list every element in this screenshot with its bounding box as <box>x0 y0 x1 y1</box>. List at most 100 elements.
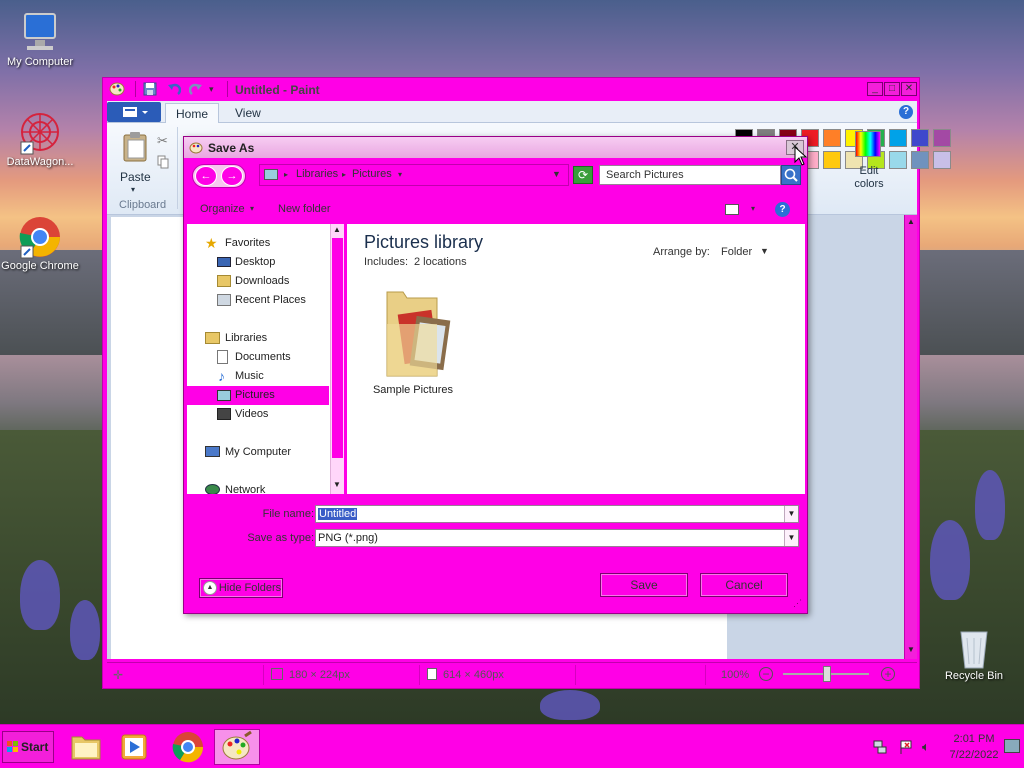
canvas-vertical-scrollbar[interactable]: ▲ ▼ <box>904 215 917 659</box>
save-button[interactable]: Save <box>600 573 688 597</box>
help-icon[interactable]: ? <box>775 202 790 217</box>
minimize-button[interactable]: _ <box>867 82 883 96</box>
cut-icon[interactable]: ✂ <box>157 133 169 148</box>
network-tray-icon[interactable] <box>872 739 888 755</box>
breadcrumb-pictures[interactable]: Pictures <box>352 168 392 180</box>
nav-music[interactable]: ♪ Music <box>187 367 329 386</box>
paste-dropdown-icon[interactable]: ▾ <box>131 185 135 194</box>
breadcrumb-libraries[interactable]: Libraries <box>296 168 338 180</box>
view-dropdown-icon[interactable]: ▾ <box>751 204 755 213</box>
hide-folders-button[interactable]: ▲ Hide Folders <box>199 578 283 598</box>
maximize-button[interactable]: □ <box>884 82 900 96</box>
organize-dropdown-icon[interactable]: ▾ <box>250 204 254 213</box>
organize-button[interactable]: Organize <box>200 203 245 215</box>
copy-icon[interactable] <box>157 155 169 169</box>
save-type-dropdown-icon[interactable]: ▼ <box>784 530 798 546</box>
library-locations-link[interactable]: 2 locations <box>414 256 467 268</box>
scroll-up-icon[interactable]: ▲ <box>907 217 915 226</box>
folder-item-sample-pictures[interactable]: Sample Pictures <box>363 284 463 402</box>
nav-downloads[interactable]: Downloads <box>187 272 329 291</box>
nav-libraries[interactable]: Libraries <box>187 329 329 348</box>
nav-pictures[interactable]: Pictures <box>187 386 329 405</box>
paint-menu-button[interactable] <box>107 102 161 122</box>
arrange-by-value[interactable]: Folder <box>721 246 752 258</box>
help-icon[interactable]: ? <box>899 105 913 119</box>
new-folder-button[interactable]: New folder <box>278 203 331 215</box>
paint-app-icon <box>189 141 203 155</box>
color-swatch[interactable] <box>933 151 951 169</box>
nav-desktop[interactable]: Desktop <box>187 253 329 272</box>
paste-icon[interactable] <box>121 131 151 163</box>
file-name-input[interactable]: Untitled ▼ <box>315 505 799 523</box>
breadcrumb-chevron-icon[interactable]: ▸ <box>284 170 288 179</box>
tab-home[interactable]: Home <box>165 103 220 123</box>
search-input[interactable]: Search Pictures <box>599 165 781 185</box>
desktop-icon-datawagon[interactable]: DataWagon... <box>0 110 80 168</box>
scroll-thumb[interactable] <box>332 238 343 458</box>
paint-app-icon[interactable] <box>109 82 125 96</box>
nav-videos[interactable]: Videos <box>187 405 329 424</box>
scroll-down-icon[interactable]: ▼ <box>907 645 915 654</box>
nav-scrollbar[interactable]: ▲ ▼ <box>330 224 344 494</box>
color-swatch[interactable] <box>911 129 929 147</box>
recycle-bin-icon <box>951 624 997 670</box>
paint-taskbar-button[interactable] <box>214 729 260 765</box>
action-center-flag-icon[interactable] <box>898 739 914 755</box>
clipboard-group-label: Clipboard <box>119 199 167 211</box>
breadcrumb-chevron-icon[interactable]: ▸ <box>342 170 346 179</box>
edit-colors-icon[interactable] <box>855 131 881 157</box>
color-swatch[interactable] <box>889 151 907 169</box>
view-options-icon[interactable] <box>725 204 739 215</box>
breadcrumb-chevron-icon[interactable]: ▾ <box>398 170 402 179</box>
dialog-titlebar[interactable]: Save As ✕ <box>184 137 807 159</box>
file-explorer-taskbar-button[interactable] <box>66 729 106 765</box>
cancel-button[interactable]: Cancel <box>700 573 788 597</box>
arrange-by-dropdown-icon[interactable]: ▼ <box>760 246 769 256</box>
save-type-select[interactable]: PNG (*.png) ▼ <box>315 529 799 547</box>
desktop-folder-icon <box>217 257 231 267</box>
volume-icon[interactable]: 🔈︎ <box>922 739 938 755</box>
undo-icon[interactable] <box>167 82 182 96</box>
nav-my-computer[interactable]: My Computer <box>187 443 329 462</box>
save-icon[interactable] <box>143 82 157 96</box>
qat-customize-icon[interactable]: ▾ <box>209 84 219 94</box>
media-player-taskbar-button[interactable] <box>114 729 154 765</box>
nav-documents[interactable]: Documents <box>187 348 329 367</box>
color-swatch[interactable] <box>823 129 841 147</box>
desktop-icon-recycle-bin[interactable]: Recycle Bin <box>934 624 1014 682</box>
color-swatch[interactable] <box>823 151 841 169</box>
back-arrow-icon[interactable]: ← <box>195 166 217 186</box>
tab-view[interactable]: View <box>225 103 271 123</box>
scroll-up-icon[interactable]: ▲ <box>333 225 341 234</box>
show-desktop-icon[interactable] <box>1004 739 1020 753</box>
refresh-icon[interactable]: ⟳ <box>573 166 593 184</box>
address-history-dropdown-icon[interactable]: ▼ <box>552 169 561 179</box>
zoom-out-icon[interactable]: − <box>759 667 773 681</box>
clock-time[interactable]: 2:01 PM <box>948 733 1000 745</box>
chrome-taskbar-button[interactable] <box>168 729 208 765</box>
start-button[interactable]: Start <box>2 731 54 763</box>
redo-icon[interactable] <box>188 82 203 96</box>
zoom-in-icon[interactable]: + <box>881 667 895 681</box>
library-includes-label: Includes: <box>364 256 409 268</box>
desktop-icon-google-chrome[interactable]: Google Chrome <box>0 214 80 272</box>
paste-label[interactable]: Paste <box>120 170 151 184</box>
nav-favorites[interactable]: ★ Favorites <box>187 234 329 253</box>
resize-grip-icon[interactable]: ⋰ <box>793 598 803 608</box>
nav-recent-places[interactable]: Recent Places <box>187 291 329 310</box>
scroll-down-icon[interactable]: ▼ <box>333 480 341 489</box>
forward-arrow-icon[interactable]: → <box>221 166 243 186</box>
close-button[interactable]: ✕ <box>901 82 917 96</box>
color-swatch[interactable] <box>889 129 907 147</box>
color-swatch[interactable] <box>911 151 929 169</box>
clock-date[interactable]: 7/22/2022 <box>944 749 1004 761</box>
desktop-icon-my-computer[interactable]: My Computer <box>0 10 80 68</box>
search-icon[interactable] <box>781 165 801 185</box>
address-bar[interactable]: ▸ Libraries ▸ Pictures ▾ ▼ <box>259 164 569 186</box>
nav-network[interactable]: Network <box>187 481 329 494</box>
file-name-dropdown-icon[interactable]: ▼ <box>784 506 798 522</box>
edit-colors-label[interactable]: Edit colors <box>851 165 887 191</box>
color-swatch[interactable] <box>933 129 951 147</box>
zoom-slider-thumb[interactable] <box>823 666 831 682</box>
paint-titlebar[interactable]: ▾ Untitled - Paint _ □ ✕ <box>103 78 919 100</box>
